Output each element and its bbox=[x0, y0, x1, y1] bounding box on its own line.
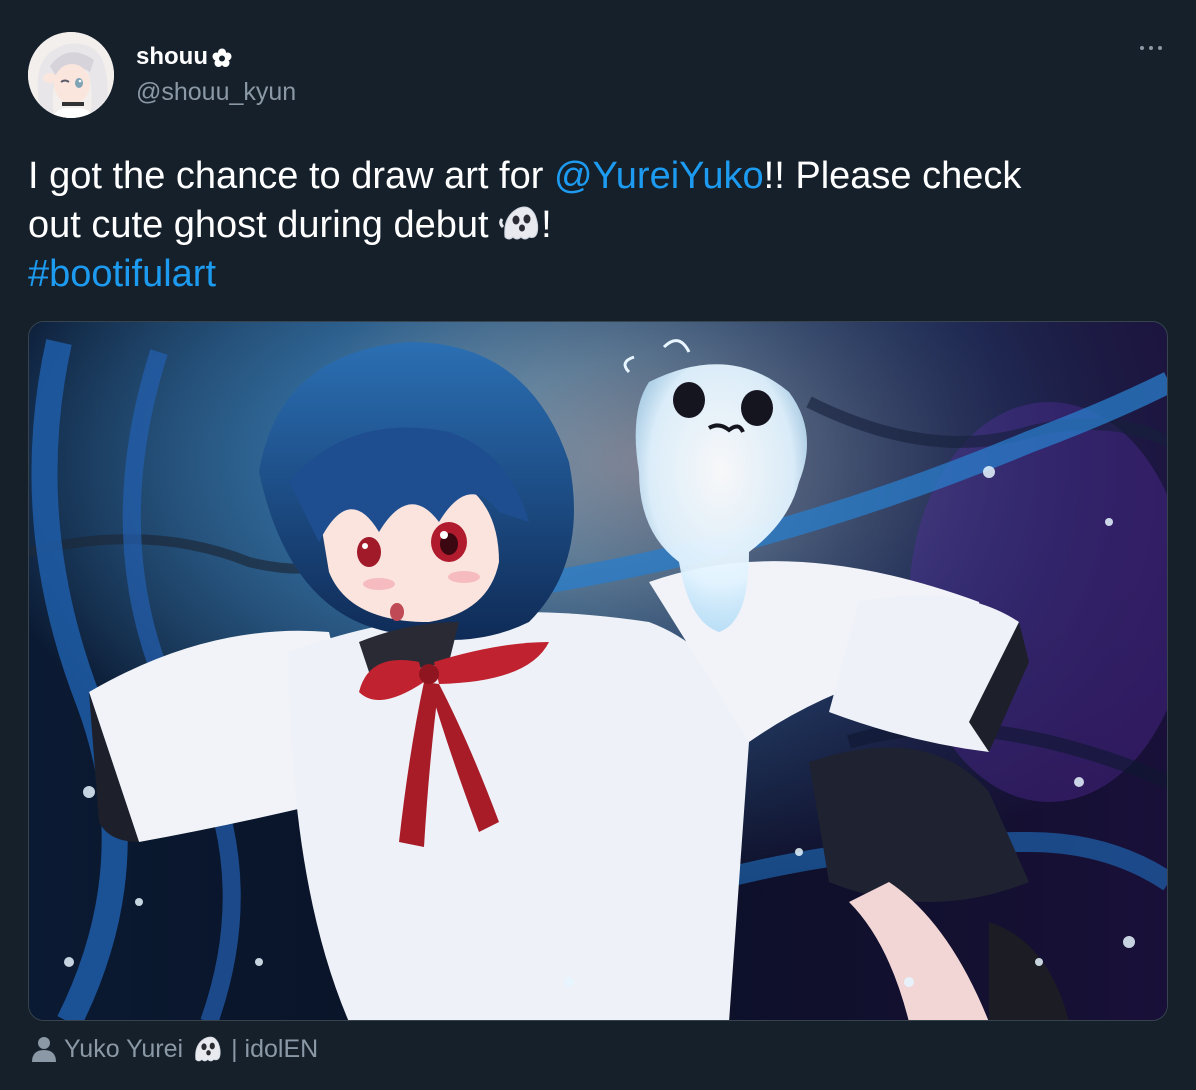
display-name[interactable]: shouu bbox=[136, 42, 296, 72]
more-dot bbox=[1158, 46, 1162, 50]
tagged-affiliation: | idolEN bbox=[231, 1034, 319, 1063]
tweet-text-part: out cute ghost during debut bbox=[28, 204, 500, 246]
tweet-text: I got the chance to draw art for @YureiY… bbox=[28, 152, 1168, 299]
tagged-name: Yuko Yurei bbox=[64, 1034, 184, 1063]
hashtag-link[interactable]: #bootifulart bbox=[28, 253, 216, 295]
tweet-text-part: !! Please check bbox=[763, 155, 1022, 197]
more-icon[interactable] bbox=[1140, 46, 1162, 50]
tagged-people[interactable]: Yuko Yurei | idolEN bbox=[32, 1034, 318, 1064]
tweet-card: shouu @shouu_kyun I got the chance to dr… bbox=[0, 0, 1196, 1090]
tweet-text-part: ! bbox=[541, 204, 552, 246]
tweet-text-part: I got the chance to draw art for bbox=[28, 155, 554, 197]
ghost-emoji-icon bbox=[499, 206, 539, 240]
person-icon bbox=[32, 1037, 56, 1062]
display-name-text: shouu bbox=[136, 43, 208, 70]
more-dot bbox=[1149, 46, 1153, 50]
more-dot bbox=[1140, 46, 1144, 50]
user-handle[interactable]: @shouu_kyun bbox=[136, 76, 296, 108]
ghost-emoji-icon bbox=[195, 1036, 221, 1062]
user-info[interactable]: shouu @shouu_kyun bbox=[136, 42, 296, 108]
media-image[interactable] bbox=[28, 321, 1168, 1021]
avatar[interactable] bbox=[28, 32, 114, 118]
mention-link[interactable]: @YureiYuko bbox=[554, 155, 764, 197]
flower-icon bbox=[212, 48, 232, 67]
